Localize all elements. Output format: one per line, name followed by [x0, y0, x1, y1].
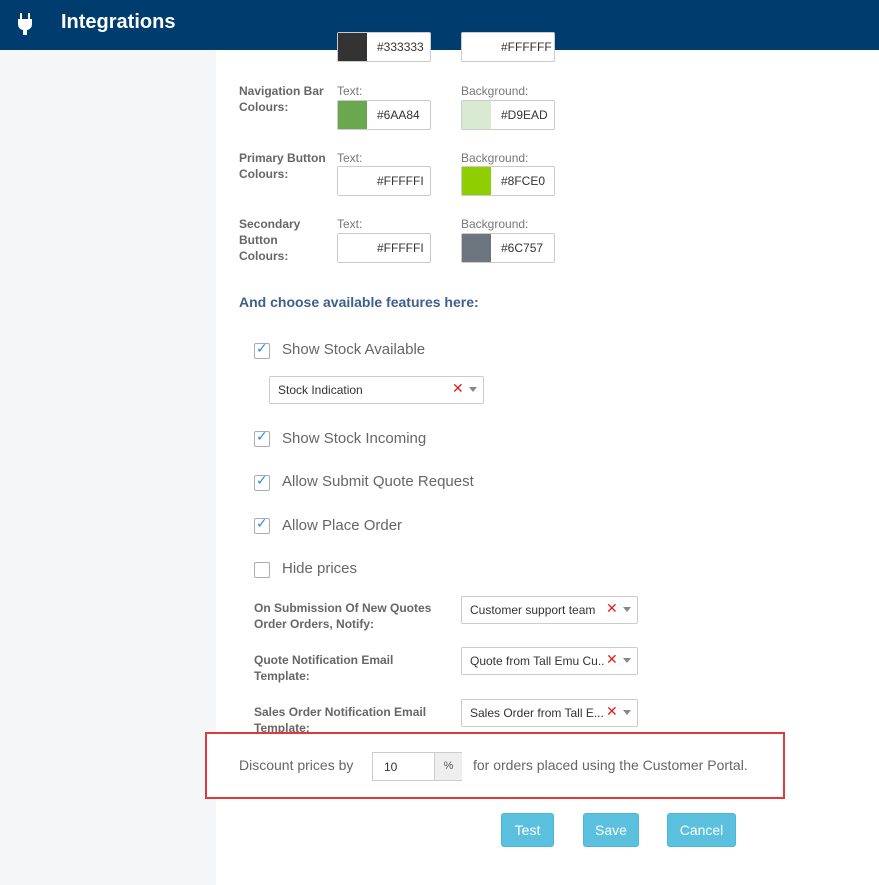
clear-icon[interactable]: ✕ — [606, 704, 618, 720]
secondary-bg-colour-picker[interactable]: #6C757 — [461, 233, 555, 263]
stock-indication-select[interactable]: Stock Indication ✕ — [269, 376, 484, 404]
chevron-down-icon[interactable] — [623, 658, 631, 663]
secondary-button-colours-label: Secondary Button Colours: — [239, 217, 301, 263]
select-value[interactable]: Sales Order from Tall E... — [470, 706, 604, 720]
clear-icon[interactable]: ✕ — [606, 601, 618, 617]
percent-addon: % — [434, 753, 462, 780]
select-value[interactable]: Stock Indication — [278, 383, 443, 397]
allow-submit-quote-checkbox[interactable]: ✓ — [254, 473, 270, 491]
clear-icon[interactable]: ✕ — [452, 381, 464, 397]
primary-bg-label: Background: — [461, 151, 529, 165]
quote-template-label: Quote Notification Email Template: — [254, 653, 394, 683]
test-button[interactable]: Test — [501, 813, 554, 847]
chevron-down-icon[interactable] — [623, 710, 631, 715]
hide-prices-checkbox[interactable] — [254, 562, 270, 578]
notify-select[interactable]: Customer support team ✕ — [461, 596, 638, 624]
color-swatch[interactable] — [338, 101, 367, 129]
color-swatch[interactable] — [338, 234, 367, 262]
secondary-text-label: Text: — [337, 217, 363, 231]
top-bar: Integrations — [0, 0, 879, 50]
nav-bg-label: Background: — [461, 84, 529, 98]
discount-prefix: Discount prices by — [239, 757, 354, 773]
clip-guard — [216, 50, 879, 62]
nav-text-label: Text: — [337, 84, 363, 98]
hex-value[interactable]: #6C757 — [501, 241, 553, 255]
discount-input[interactable]: 10 % — [372, 752, 462, 781]
notify-label: On Submission Of New Quotes Order Orders… — [254, 601, 432, 631]
primary-bg-colour-picker[interactable]: #8FCE0 — [461, 166, 555, 196]
primary-text-colour-picker[interactable]: #FFFFFI — [337, 166, 431, 196]
quote-template-select[interactable]: Quote from Tall Emu Cu... ✕ — [461, 647, 638, 675]
color-swatch[interactable] — [462, 234, 491, 262]
color-swatch[interactable] — [338, 167, 367, 195]
color-swatch[interactable] — [462, 101, 491, 129]
nav-text-colour-picker[interactable]: #6AA84 — [337, 100, 431, 130]
select-value[interactable]: Quote from Tall Emu Cu... — [470, 654, 604, 668]
allow-submit-quote-label[interactable]: Allow Submit Quote Request — [282, 473, 474, 490]
checkmark-icon: ✓ — [256, 473, 268, 489]
sales-template-select[interactable]: Sales Order from Tall E... ✕ — [461, 699, 638, 727]
chevron-down-icon[interactable] — [623, 607, 631, 612]
sales-template-label: Sales Order Notification Email Template: — [254, 705, 427, 734]
show-stock-available-checkbox[interactable]: ✓ — [254, 341, 270, 359]
nav-bg-colour-picker[interactable]: #D9EAD — [461, 100, 555, 130]
page-title: Integrations — [61, 11, 176, 33]
hex-value[interactable]: #6AA84 — [377, 108, 429, 122]
hex-value[interactable]: #FFFFFI — [377, 174, 429, 188]
show-stock-incoming-checkbox[interactable]: ✓ — [254, 429, 270, 447]
secondary-text-colour-picker[interactable]: #FFFFFI — [337, 233, 431, 263]
show-stock-available-label[interactable]: Show Stock Available — [282, 341, 425, 358]
checkmark-icon: ✓ — [256, 516, 268, 532]
left-panel — [0, 50, 216, 885]
allow-place-order-checkbox[interactable]: ✓ — [254, 516, 270, 534]
color-swatch[interactable] — [462, 167, 491, 195]
features-heading: And choose available features here: — [239, 294, 479, 310]
select-value[interactable]: Customer support team — [470, 603, 604, 617]
save-button[interactable]: Save — [583, 813, 639, 847]
plug-icon — [18, 13, 32, 35]
show-stock-incoming-label[interactable]: Show Stock Incoming — [282, 430, 426, 447]
cancel-button[interactable]: Cancel — [667, 813, 736, 847]
discount-value[interactable]: 10 — [384, 760, 397, 774]
checkmark-icon: ✓ — [256, 429, 268, 445]
hex-value[interactable]: #D9EAD — [501, 108, 553, 122]
checkmark-icon: ✓ — [256, 341, 268, 357]
allow-place-order-label[interactable]: Allow Place Order — [282, 517, 402, 534]
secondary-bg-label: Background: — [461, 217, 529, 231]
hex-value[interactable]: #8FCE0 — [501, 174, 553, 188]
hide-prices-label[interactable]: Hide prices — [282, 560, 357, 577]
primary-text-label: Text: — [337, 151, 363, 165]
hex-value[interactable]: #FFFFFI — [377, 241, 429, 255]
clear-icon[interactable]: ✕ — [606, 652, 618, 668]
nav-bar-colours-label: Navigation Bar Colours: — [239, 84, 324, 114]
chevron-down-icon[interactable] — [469, 387, 477, 392]
discount-suffix: for orders placed using the Customer Por… — [473, 757, 748, 773]
primary-button-colours-label: Primary Button Colours: — [239, 151, 326, 181]
